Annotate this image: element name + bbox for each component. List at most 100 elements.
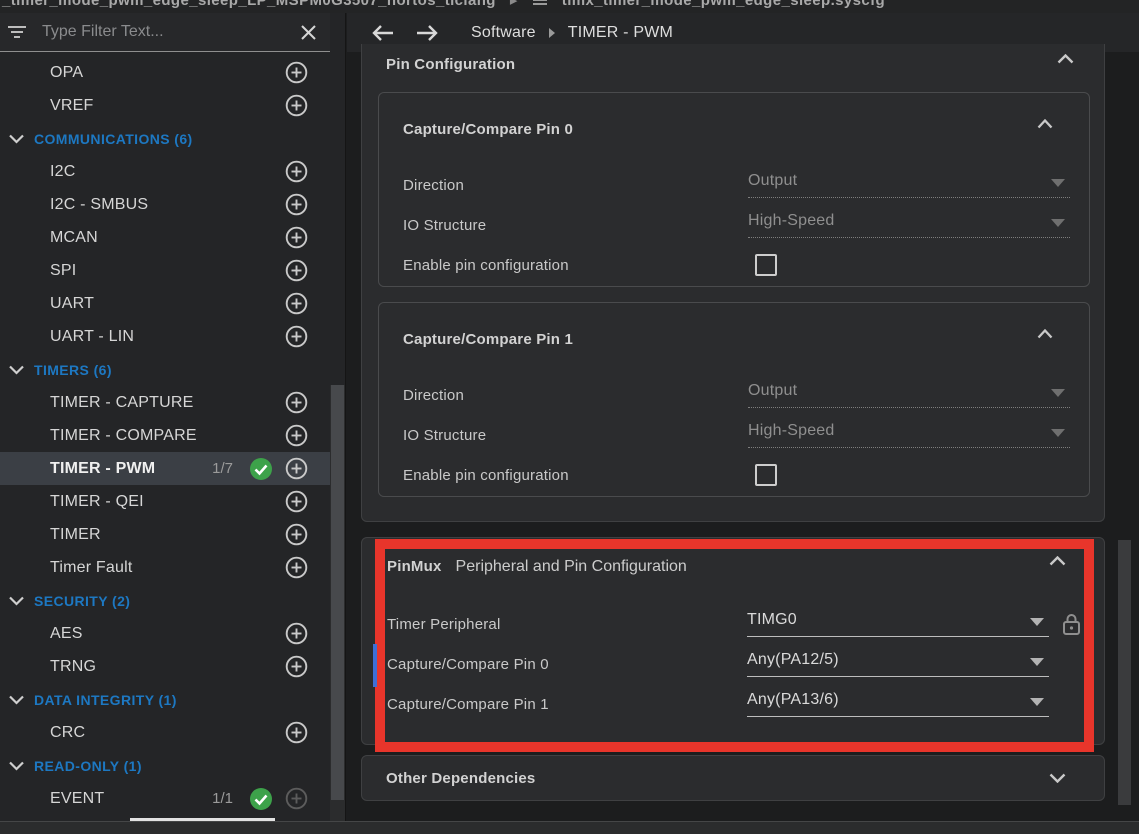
- sidebar-row-label: VREF: [50, 97, 285, 115]
- chevron-down-icon[interactable]: [8, 694, 34, 705]
- lock-icon: [1061, 612, 1082, 637]
- field-value: Any(PA12/5): [747, 651, 1049, 677]
- dropdown-arrow-icon[interactable]: [1030, 618, 1044, 626]
- sidebar-item-uart[interactable]: UART: [0, 287, 330, 320]
- sidebar-row-label: TIMER - COMPARE: [50, 427, 285, 445]
- add-instance-icon[interactable]: [285, 226, 308, 249]
- add-instance-icon[interactable]: [285, 325, 308, 348]
- sidebar-category-read-only-1[interactable]: READ-ONLY (1): [0, 749, 330, 782]
- sidebar-item-crc[interactable]: CRC: [0, 716, 330, 749]
- dropdown-value: TIMG0: [747, 611, 1049, 636]
- add-instance-icon[interactable]: [285, 160, 308, 183]
- add-instance-icon[interactable]: [285, 556, 308, 579]
- sidebar-category-data-integrity-1[interactable]: DATA INTEGRITY (1): [0, 683, 330, 716]
- sidebar-row-label: TIMER - QEI: [50, 493, 285, 511]
- status-footer: [0, 821, 1139, 834]
- add-instance-icon[interactable]: [285, 391, 308, 414]
- sidebar-item-timer-fault[interactable]: Timer Fault: [0, 551, 330, 584]
- config-field-row: Capture/Compare Pin 0 Any(PA12/5): [362, 644, 1104, 684]
- filter-input[interactable]: [34, 23, 286, 41]
- project-name[interactable]: _timer_mode_pwm_edge_sleep_LP_MSPM0G3507…: [2, 0, 496, 9]
- field-value: Output: [748, 172, 1070, 198]
- config-scroll-area: Pin Configuration Capture/Compare Pin 0D…: [347, 52, 1139, 821]
- sidebar-item-uart-lin[interactable]: UART - LIN: [0, 320, 330, 353]
- sidebar-row-label: SECURITY (2): [34, 593, 308, 609]
- add-instance-icon[interactable]: [285, 655, 308, 678]
- field-label: Enable pin configuration: [403, 257, 569, 274]
- collapse-chevron-up-icon[interactable]: [1049, 556, 1066, 566]
- field-value: Any(PA13/6): [747, 691, 1049, 717]
- dropdown-arrow-icon[interactable]: [1030, 698, 1044, 706]
- sidebar-item-spi[interactable]: SPI: [0, 254, 330, 287]
- field-label: IO Structure: [403, 427, 486, 444]
- add-instance-icon[interactable]: [285, 94, 308, 117]
- field-label: Capture/Compare Pin 0: [387, 656, 549, 673]
- forward-arrow-icon[interactable]: [415, 24, 439, 42]
- card-title: Capture/Compare Pin 1: [403, 331, 573, 348]
- sidebar-item-timer-qei[interactable]: TIMER - QEI: [0, 485, 330, 518]
- dropdown-select[interactable]: Any(PA12/5): [747, 651, 1049, 677]
- dropdown-value: Any(PA13/6): [747, 691, 1049, 716]
- sidebar-category-security-2[interactable]: SECURITY (2): [0, 584, 330, 617]
- chevron-down-icon[interactable]: [8, 760, 34, 771]
- sidebar-row-label: TIMER: [50, 526, 285, 544]
- enable-pin-checkbox[interactable]: [755, 464, 777, 486]
- field-value: [748, 254, 777, 276]
- clear-filter-icon[interactable]: [286, 25, 330, 40]
- add-instance-icon[interactable]: [285, 292, 308, 315]
- sidebar-category-timers-6[interactable]: TIMERS (6): [0, 353, 330, 386]
- sidebar-scrollbar-track[interactable]: [330, 385, 345, 821]
- sidebar-row-label: EVENT: [50, 790, 212, 808]
- dropdown-select: Output: [748, 172, 1070, 198]
- open-file-name[interactable]: timx_timer_mode_pwm_edge_sleep.syscfg: [562, 0, 885, 9]
- add-instance-icon[interactable]: [285, 61, 308, 84]
- section-title: Other Dependencies: [386, 770, 1049, 787]
- add-instance-icon[interactable]: [285, 193, 308, 216]
- config-field-row: Enable pin configuration: [379, 245, 1089, 285]
- dropdown-arrow-icon[interactable]: [1030, 658, 1044, 666]
- sidebar-item-vref[interactable]: VREF: [0, 89, 330, 122]
- breadcrumb-software[interactable]: Software: [471, 24, 536, 42]
- add-instance-icon[interactable]: [285, 490, 308, 513]
- add-instance-icon[interactable]: [285, 622, 308, 645]
- chevron-down-icon[interactable]: [8, 133, 34, 144]
- instance-count-badge: 1/1: [212, 790, 233, 807]
- card-title: Capture/Compare Pin 0: [403, 121, 573, 138]
- collapse-chevron-up-icon[interactable]: [1057, 54, 1074, 64]
- back-arrow-icon[interactable]: [371, 24, 395, 42]
- add-instance-icon[interactable]: [285, 523, 308, 546]
- sidebar-item-i2c-smbus[interactable]: I2C - SMBUS: [0, 188, 330, 221]
- sidebar-category-communications-6[interactable]: COMMUNICATIONS (6): [0, 122, 330, 155]
- chevron-down-icon[interactable]: [8, 595, 34, 606]
- sidebar-item-i2c[interactable]: I2C: [0, 155, 330, 188]
- sidebar-row-label: UART: [50, 295, 285, 313]
- collapse-chevron-up-icon[interactable]: [1037, 119, 1053, 129]
- dropdown-select[interactable]: TIMG0: [747, 611, 1049, 637]
- enable-pin-checkbox[interactable]: [755, 254, 777, 276]
- expand-chevron-down-icon[interactable]: [1049, 773, 1066, 783]
- sidebar-item-mcan[interactable]: MCAN: [0, 221, 330, 254]
- sidebar-item-timer-compare[interactable]: TIMER - COMPARE: [0, 419, 330, 452]
- sidebar-item-aes[interactable]: AES: [0, 617, 330, 650]
- pinmux-title: PinMux: [387, 558, 442, 575]
- sidebar-row-label: READ-ONLY (1): [34, 758, 308, 774]
- add-instance-icon: [285, 787, 308, 810]
- sidebar-item-timer-capture[interactable]: TIMER - CAPTURE: [0, 386, 330, 419]
- add-instance-icon[interactable]: [285, 424, 308, 447]
- collapse-chevron-up-icon[interactable]: [1037, 329, 1053, 339]
- chevron-down-icon[interactable]: [8, 364, 34, 375]
- dropdown-select[interactable]: Any(PA13/6): [747, 691, 1049, 717]
- sidebar-item-event[interactable]: EVENT1/1: [0, 782, 330, 815]
- add-instance-icon[interactable]: [285, 259, 308, 282]
- sidebar-item-timer-pwm[interactable]: TIMER - PWM1/7: [0, 452, 330, 485]
- dropdown-value: Output: [748, 172, 1070, 197]
- sidebar-item-timer[interactable]: TIMER: [0, 518, 330, 551]
- sidebar-item-opa[interactable]: OPA: [0, 56, 330, 89]
- add-instance-icon[interactable]: [285, 721, 308, 744]
- main-scrollbar-thumb[interactable]: [1118, 540, 1131, 805]
- add-instance-icon[interactable]: [285, 457, 308, 480]
- sidebar-row-label: AES: [50, 625, 285, 643]
- dropdown-arrow-icon: [1051, 219, 1065, 227]
- sidebar-item-trng[interactable]: TRNG: [0, 650, 330, 683]
- sidebar-scrollbar-thumb[interactable]: [331, 385, 344, 800]
